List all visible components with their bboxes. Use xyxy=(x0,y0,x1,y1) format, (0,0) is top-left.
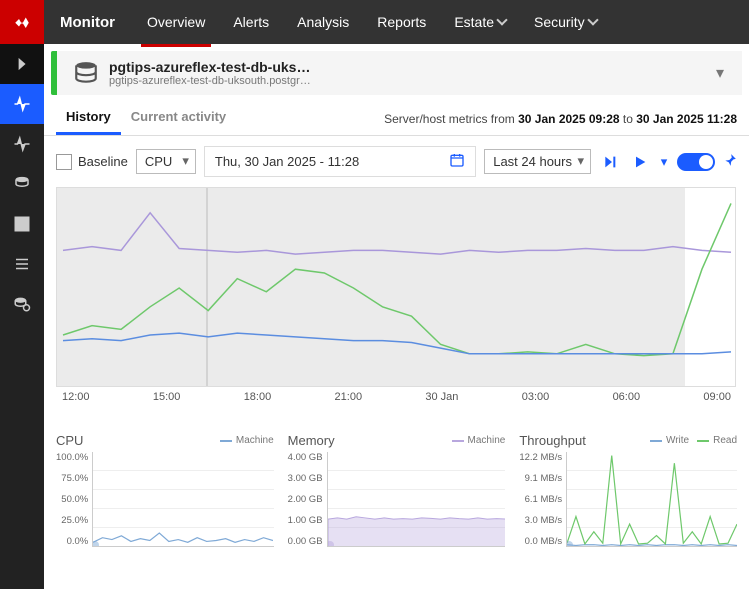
server-dropdown[interactable]: ▾ xyxy=(710,63,730,83)
live-toggle[interactable] xyxy=(677,153,715,171)
memory-small-chart[interactable]: Memory Machine 4.00 GB 3.00 GB 2.00 GB 1.00… xyxy=(288,433,506,547)
baseline-checkbox[interactable] xyxy=(56,154,72,170)
metrics-range-text: Server/host metrics from 30 Jan 2025 09:… xyxy=(384,112,737,126)
throughput-chart-title: Throughput xyxy=(519,433,586,448)
sidebar-item-metrics[interactable] xyxy=(0,124,44,164)
y-tick: 9.1 MB/s xyxy=(519,473,562,484)
y-tick: 6.1 MB/s xyxy=(519,494,562,505)
y-tick: 4.00 GB xyxy=(288,452,323,463)
y-tick: 0.00 GB xyxy=(288,536,323,547)
x-tick: 12:00 xyxy=(62,391,90,403)
nav-item-alerts[interactable]: Alerts xyxy=(221,0,281,44)
y-tick: 100.0% xyxy=(56,452,88,463)
y-tick: 50.0% xyxy=(56,494,88,505)
date-display[interactable]: Thu, 30 Jan 2025 - 11:28 xyxy=(204,146,476,177)
legend-item: Machine xyxy=(220,435,274,446)
y-tick: 1.00 GB xyxy=(288,515,323,526)
y-tick: 3.00 GB xyxy=(288,473,323,484)
nav-item-analysis[interactable]: Analysis xyxy=(285,0,361,44)
main-chart[interactable]: 12:00 15:00 18:00 21:00 30 Jan 03:00 06:00 09:0… xyxy=(56,187,737,403)
sidebar-item-activity[interactable] xyxy=(0,84,44,124)
sidebar-expand[interactable] xyxy=(0,44,44,84)
chevron-down-icon xyxy=(496,14,507,25)
server-title: pgtips-azureflex-test-db-uks… xyxy=(109,59,710,75)
tab-current-activity[interactable]: Current activity xyxy=(121,103,236,135)
tabs-row: HistoryCurrent activity Server/host metr… xyxy=(44,95,749,136)
brand-name: Monitor xyxy=(44,14,135,31)
throughput-small-chart[interactable]: Throughput Write Read 12.2 MB/s 9.1 MB/s 6.… xyxy=(519,433,737,547)
x-tick: 18:00 xyxy=(244,391,272,403)
y-tick: 25.0% xyxy=(56,515,88,526)
y-tick: 75.0% xyxy=(56,473,88,484)
date-label: Thu, 30 Jan 2025 - 11:28 xyxy=(215,154,359,169)
x-tick: 03:00 xyxy=(522,391,550,403)
legend-item: Machine xyxy=(452,435,506,446)
x-tick: 15:00 xyxy=(153,391,181,403)
database-icon xyxy=(73,60,99,86)
server-banner: pgtips-azureflex-test-db-uks… pgtips-azu… xyxy=(51,51,742,95)
chevron-down-icon xyxy=(587,14,598,25)
nav-items: OverviewAlertsAnalysisReportsEstateSecur… xyxy=(135,0,609,44)
brand-logo[interactable] xyxy=(0,0,44,44)
x-tick: 06:00 xyxy=(613,391,641,403)
nav-item-estate[interactable]: Estate xyxy=(442,0,518,44)
y-tick: 0.0% xyxy=(56,536,88,547)
nav-item-security[interactable]: Security xyxy=(522,0,609,44)
main-panel: pgtips-azureflex-test-db-uks… pgtips-azu… xyxy=(44,44,749,589)
cpu-small-chart[interactable]: CPU Machine 100.0% 75.0% 50.0% 25.0% 0.0% xyxy=(56,433,274,547)
baseline-toggle[interactable]: Baseline xyxy=(56,154,128,170)
main-chart-xaxis: 12:00 15:00 18:00 21:00 30 Jan 03:00 06:00 09:0… xyxy=(56,387,737,403)
top-navigation: Monitor OverviewAlertsAnalysisReportsEst… xyxy=(0,0,749,44)
server-subtitle: pgtips-azureflex-test-db-uksouth.postgr… xyxy=(109,75,710,87)
sidebar-item-lists[interactable] xyxy=(0,244,44,284)
metric-select[interactable]: CPU xyxy=(136,149,196,174)
sidebar-item-storage[interactable] xyxy=(0,164,44,204)
sidebar-item-tables[interactable] xyxy=(0,204,44,244)
y-tick: 2.00 GB xyxy=(288,494,323,505)
nav-item-reports[interactable]: Reports xyxy=(365,0,438,44)
y-tick: 0.0 MB/s xyxy=(519,536,562,547)
nav-item-overview[interactable]: Overview xyxy=(135,0,217,44)
controls-bar: Baseline CPU Thu, 30 Jan 2025 - 11:28 La… xyxy=(44,136,749,187)
sidebar xyxy=(0,44,44,589)
calendar-icon[interactable] xyxy=(449,152,465,171)
play-button[interactable] xyxy=(629,151,651,173)
small-charts-row: CPU Machine 100.0% 75.0% 50.0% 25.0% 0.0% Me… xyxy=(44,403,749,547)
y-tick: 3.0 MB/s xyxy=(519,515,562,526)
legend-item: Write xyxy=(650,435,689,446)
y-tick: 12.2 MB/s xyxy=(519,452,562,463)
cpu-chart-title: CPU xyxy=(56,433,83,448)
x-tick: 30 Jan xyxy=(425,391,458,403)
pin-button[interactable] xyxy=(723,153,737,171)
tab-history[interactable]: History xyxy=(56,103,121,135)
legend-item: Read xyxy=(697,435,737,446)
baseline-label: Baseline xyxy=(78,154,128,169)
skip-forward-button[interactable] xyxy=(599,151,621,173)
x-tick: 09:00 xyxy=(703,391,731,403)
play-menu[interactable]: ▾ xyxy=(659,151,669,173)
x-tick: 21:00 xyxy=(335,391,363,403)
memory-chart-title: Memory xyxy=(288,433,335,448)
range-select[interactable]: Last 24 hours xyxy=(484,149,591,174)
sidebar-item-config[interactable] xyxy=(0,284,44,324)
